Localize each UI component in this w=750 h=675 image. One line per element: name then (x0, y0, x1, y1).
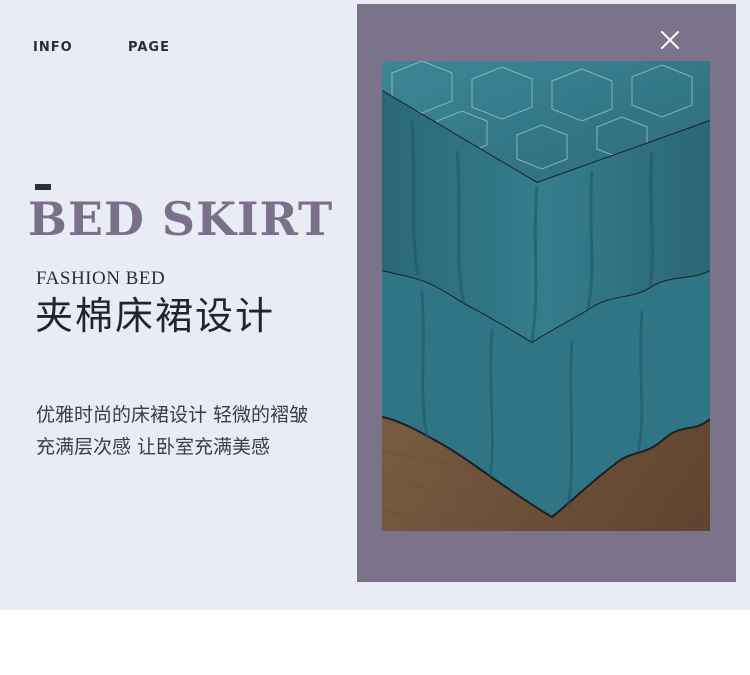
close-icon (661, 31, 679, 49)
close-button[interactable] (658, 28, 682, 52)
nav-info-link[interactable]: INFO (33, 40, 73, 55)
bottom-strip (0, 610, 750, 675)
description-line-1: 优雅时尚的床裙设计 轻微的褶皱 (36, 404, 309, 426)
bed-skirt-illustration (382, 61, 710, 531)
nav-page-link[interactable]: PAGE (128, 40, 170, 55)
product-photo (382, 61, 710, 531)
headline: BED SKIRT (28, 192, 334, 246)
description-line-2: 充满层次感 让卧室充满美感 (36, 436, 271, 458)
chinese-title: 夹棉床裙设计 (35, 294, 276, 338)
subhead: FASHION BED (36, 268, 166, 289)
accent-dash (35, 184, 51, 190)
